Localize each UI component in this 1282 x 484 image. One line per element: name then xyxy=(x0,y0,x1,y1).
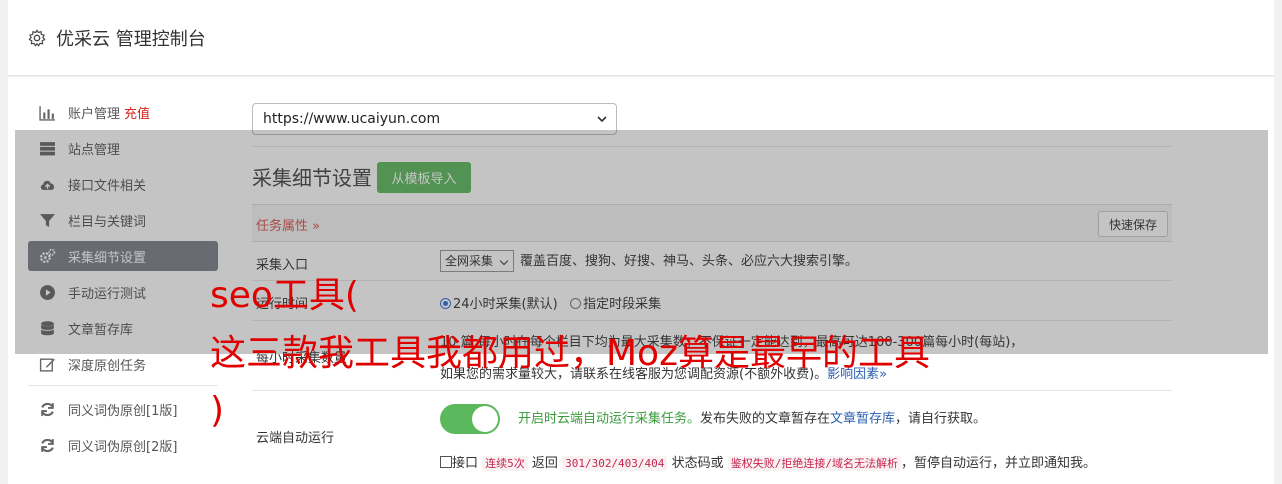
sidebar-item-label: 站点管理 xyxy=(68,142,121,158)
filter-icon xyxy=(40,213,55,227)
recharge-link[interactable]: 充值 xyxy=(124,103,150,122)
sidebar-divider xyxy=(28,385,218,386)
sidebar: 账户管理 充值 站点管理 接口文件相关 栏目与关键词 采集细节设置 手动运行测试… xyxy=(28,97,218,466)
radio-24h[interactable] xyxy=(440,298,451,309)
overlay-text-line2: 这三款我工具我都用过，Moz算是最早的工具 xyxy=(210,333,930,374)
pause-notify-checkbox[interactable] xyxy=(440,456,452,468)
sidebar-item-label: 同义词伪原创[2版] xyxy=(68,439,178,455)
console-title: 优采云 管理控制台 xyxy=(56,28,206,50)
sidebar-item-label: 栏目与关键词 xyxy=(68,214,147,230)
overlay-text-line1: seo工具( xyxy=(210,275,359,316)
entry-desc: 覆盖百度、搜狗、好搜、神马、头条、必应六大搜索引擎。 xyxy=(520,254,859,269)
sidebar-item-synonym-v1[interactable]: 同义词伪原创[1版] xyxy=(28,394,218,424)
check-text3: 状态码或 xyxy=(671,456,724,471)
sidebar-item-deep-original[interactable]: 深度原创任务 xyxy=(28,349,218,379)
cloud-run-desc-end: ，请自行获取。 xyxy=(895,411,987,427)
refresh-icon xyxy=(41,402,54,416)
bar-chart-icon xyxy=(39,105,55,121)
sidebar-item-synonym-v2[interactable]: 同义词伪原创[2版] xyxy=(28,430,218,460)
site-select[interactable]: https://www.ucaiyun.com xyxy=(252,103,617,135)
refresh-icon xyxy=(41,438,54,452)
section-title: 采集细节设置 xyxy=(252,166,372,190)
quick-save-button[interactable]: 快速保存 xyxy=(1098,211,1168,237)
check-text2: 返回 xyxy=(531,456,558,471)
check-text4: ，暂停自动运行，并立即通知我。 xyxy=(900,456,1096,471)
cloud-run-toggle[interactable] xyxy=(440,404,500,434)
code-consecutive: 连续5次 xyxy=(482,456,528,471)
cloud-run-label: 云端自动运行 xyxy=(256,431,335,446)
code-errors: 鉴权失败/拒绝连接/域名无法解析 xyxy=(727,456,901,471)
code-status: 301/302/403/404 xyxy=(562,456,668,471)
import-template-button[interactable]: 从模板导入 xyxy=(377,162,471,193)
sidebar-item-label: 手动运行测试 xyxy=(68,286,147,302)
chevron-down-icon xyxy=(597,116,607,123)
cogs-icon xyxy=(39,248,56,263)
row-entry: 采集入口 全网采集 覆盖百度、搜狗、好搜、神马、头条、必应六大搜索引擎。 xyxy=(252,243,1172,281)
database-icon xyxy=(40,320,55,335)
radio-schedule-label: 指定时段采集 xyxy=(583,297,662,312)
sidebar-item-label: 文章暂存库 xyxy=(68,322,134,338)
sidebar-item-account[interactable]: 账户管理 充值 xyxy=(28,97,218,127)
server-icon xyxy=(40,141,55,155)
top-header: 优采云 管理控制台 xyxy=(8,0,1274,76)
row-cloud-run: 云端自动运行 开启时云端自动运行采集任务。发布失败的文章暂存在文章暂存库，请自行… xyxy=(252,391,1172,484)
sidebar-item-label: 同义词伪原创[1版] xyxy=(68,403,178,419)
edit-icon xyxy=(39,357,55,372)
sidebar-item-interface-files[interactable]: 接口文件相关 xyxy=(28,169,218,199)
sidebar-item-article-storage[interactable]: 文章暂存库 xyxy=(28,313,218,343)
sidebar-item-sites[interactable]: 站点管理 xyxy=(28,133,218,163)
divider xyxy=(252,146,1172,147)
sidebar-item-label: 账户管理 xyxy=(68,106,121,122)
task-properties-toggle[interactable]: 任务属性 » xyxy=(256,215,320,234)
entry-mode-select[interactable]: 全网采集 xyxy=(440,250,515,272)
sidebar-item-label: 深度原创任务 xyxy=(68,358,147,374)
sidebar-item-label: 采集细节设置 xyxy=(68,250,147,266)
task-properties-bar: 任务属性 » 快速保存 xyxy=(252,204,1172,242)
gear-icon xyxy=(28,28,46,47)
cloud-run-desc-green: 开启时云端自动运行采集任务。 xyxy=(518,411,701,427)
radio-24h-label: 24小时采集(默认) xyxy=(453,297,558,312)
sidebar-item-manual-run[interactable]: 手动运行测试 xyxy=(28,277,218,307)
article-storage-link[interactable]: 文章暂存库 xyxy=(830,412,895,427)
cloud-upload-icon xyxy=(40,180,55,190)
entry-label: 采集入口 xyxy=(256,258,309,273)
radio-schedule[interactable] xyxy=(570,298,582,309)
sidebar-item-collect-settings[interactable]: 采集细节设置 xyxy=(28,241,218,271)
site-select-value: https://www.ucaiyun.com xyxy=(263,111,441,127)
play-circle-icon xyxy=(40,284,55,300)
cloud-run-desc-mid: 发布失败的文章暂存在 xyxy=(700,411,831,427)
check-text1: 接口 xyxy=(452,456,479,471)
overlay-text-line3: ) xyxy=(210,390,225,431)
sidebar-item-label: 接口文件相关 xyxy=(68,178,147,194)
sidebar-item-categories-keywords[interactable]: 栏目与关键词 xyxy=(28,205,218,235)
row-run-time: 运行时间 24小时采集(默认) 指定时段采集 xyxy=(252,281,1172,321)
